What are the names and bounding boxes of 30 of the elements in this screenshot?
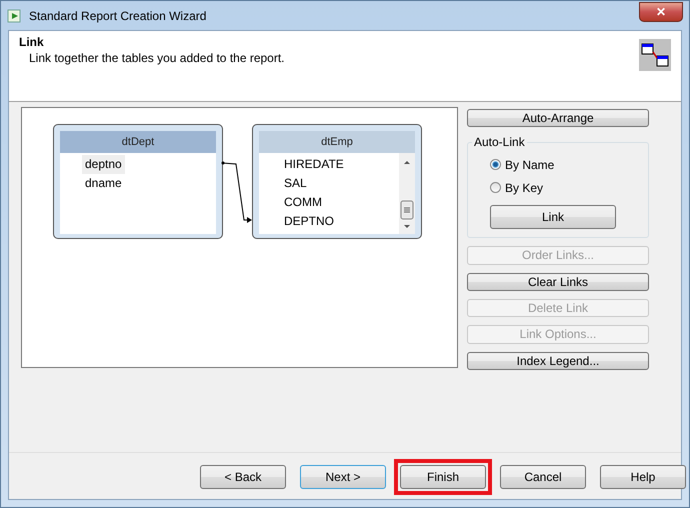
wizard-button[interactable]: Next > bbox=[300, 465, 386, 489]
field-item[interactable]: deptno bbox=[82, 155, 125, 174]
wizard-button[interactable]: Finish bbox=[400, 465, 486, 489]
field-item[interactable]: DEPTNO bbox=[281, 212, 338, 231]
group-label: Auto-Link bbox=[473, 135, 526, 150]
field-item[interactable]: dname bbox=[82, 174, 125, 193]
wizard-button[interactable]: < Back bbox=[200, 465, 286, 489]
link-button[interactable]: Link bbox=[490, 205, 616, 230]
link-canvas[interactable]: dtDept deptno dname dtEmp HIREDATE SAL COMM DEPTNO bbox=[21, 107, 458, 368]
table-header[interactable]: dtDept bbox=[60, 131, 216, 153]
action-button[interactable]: Index Legend... bbox=[467, 352, 649, 370]
radio-option[interactable]: By Name bbox=[490, 155, 648, 174]
auto-arrange-button[interactable]: Auto-Arrange bbox=[467, 109, 649, 128]
action-button[interactable]: Clear Links bbox=[467, 272, 649, 291]
table-node[interactable]: dtEmp HIREDATE SAL COMM DEPTNO bbox=[252, 124, 422, 239]
scrollbar-icon[interactable] bbox=[399, 153, 415, 234]
field-item[interactable]: HIREDATE bbox=[281, 155, 347, 174]
linked-tables-icon bbox=[639, 39, 671, 71]
table-node[interactable]: dtDept deptno dname bbox=[53, 124, 223, 239]
field-item[interactable]: SAL bbox=[281, 174, 310, 193]
wizard-button[interactable]: Help bbox=[600, 465, 686, 489]
wizard-button[interactable]: Cancel bbox=[500, 465, 586, 489]
page-subtitle: Link together the tables you added to the report. bbox=[28, 51, 286, 65]
table-header[interactable]: dtEmp bbox=[259, 131, 415, 153]
radio-option[interactable]: By Key bbox=[490, 178, 648, 198]
close-button[interactable]: ✕ bbox=[639, 2, 683, 22]
wizard-icon bbox=[7, 8, 23, 24]
window-title: Standard Report Creation Wizard bbox=[29, 8, 208, 22]
page-title: Link bbox=[19, 35, 45, 49]
field-item[interactable]: COMM bbox=[281, 193, 325, 212]
